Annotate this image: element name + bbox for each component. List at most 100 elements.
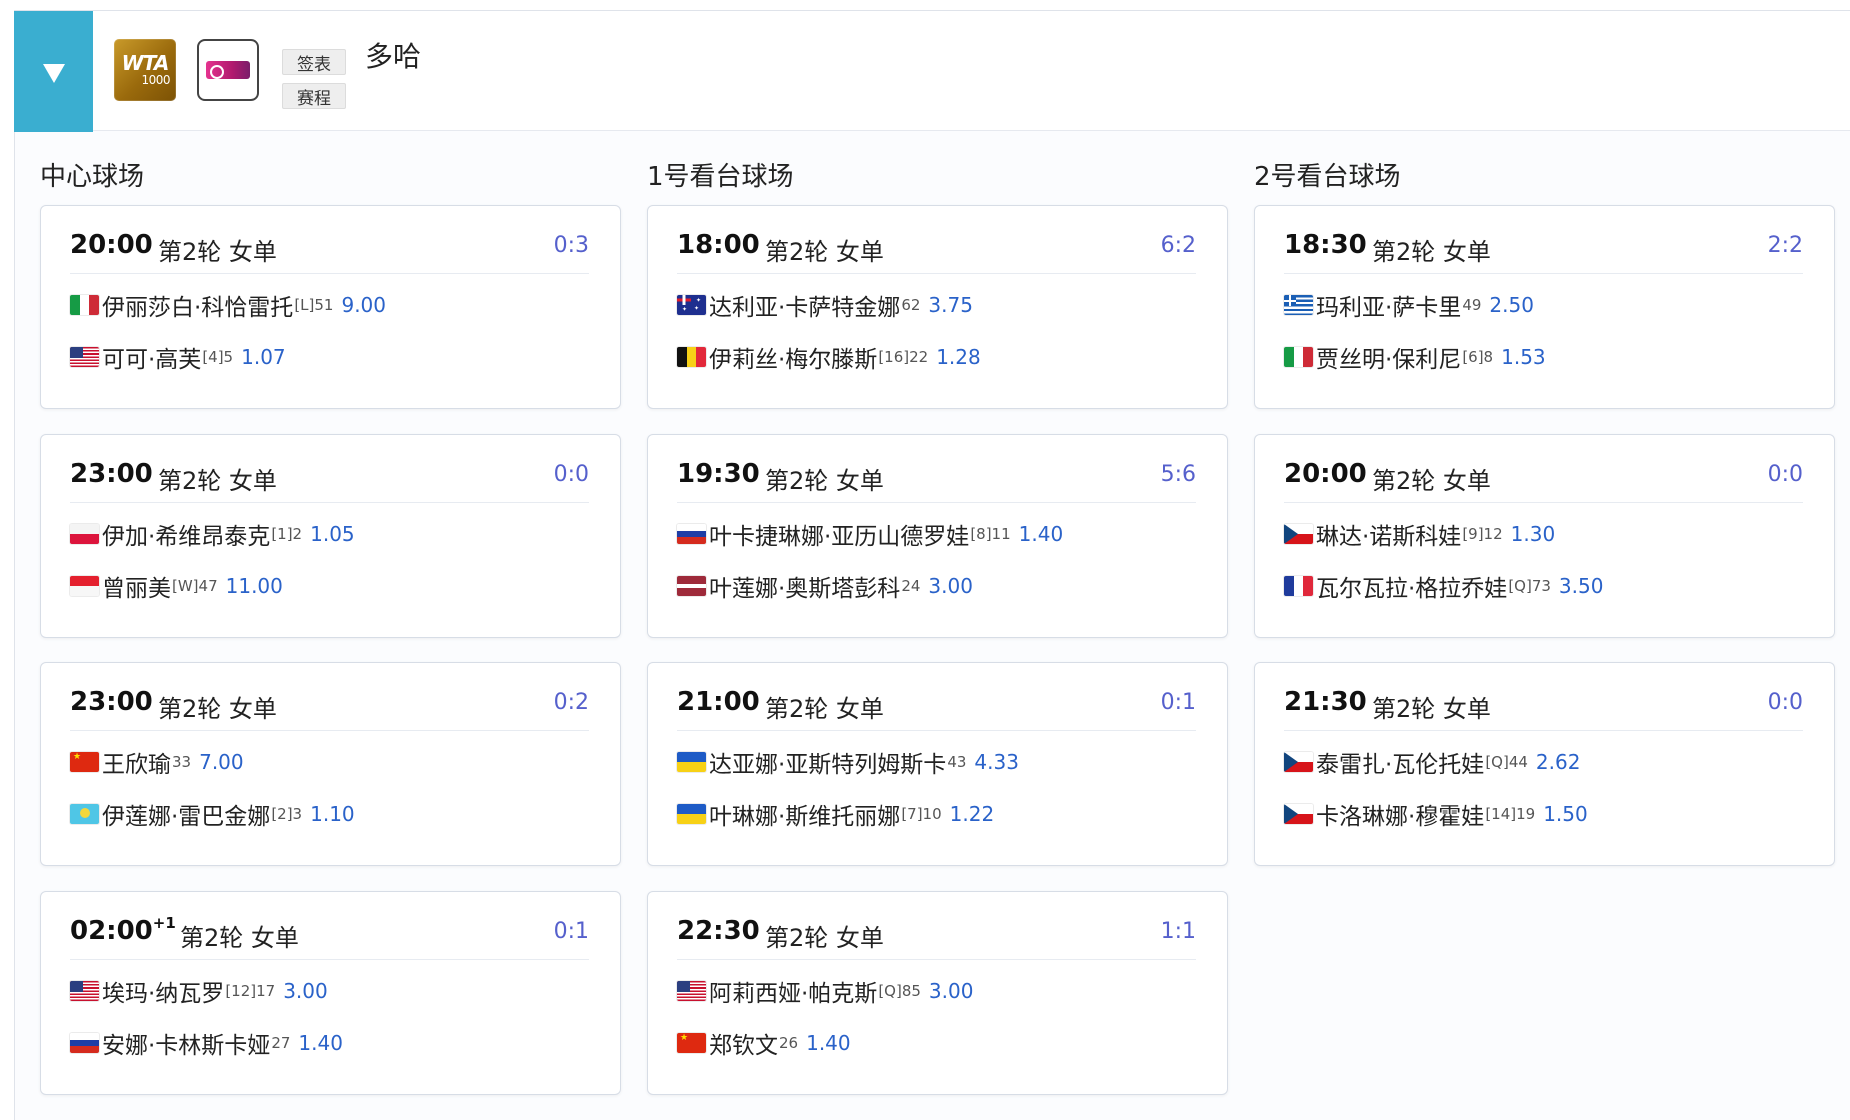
match-card-court1-2[interactable]: 19:30 第2轮 女单 5:6 叶卡捷琳娜·亚历山德罗娃 [8]11 1.40… (647, 434, 1228, 638)
player-odds[interactable]: 9.00 (341, 293, 386, 317)
player-row[interactable]: 伊莉丝·梅尔滕斯 [16]22 1.28 (677, 342, 981, 373)
match-header: 18:30 第2轮 女单 2:2 (1284, 230, 1803, 274)
player-odds[interactable]: 1.22 (950, 802, 995, 826)
player-row[interactable]: ★ 王欣瑜 33 7.00 (70, 747, 244, 778)
player-row[interactable]: 阿莉西娅·帕克斯 [Q]85 3.00 (677, 976, 974, 1007)
player-odds[interactable]: 1.05 (310, 522, 355, 546)
player-odds[interactable]: 2.62 (1536, 750, 1581, 774)
draw-button[interactable]: 签表 (282, 49, 346, 75)
match-card-court2-2[interactable]: 20:00 第2轮 女单 0:0 琳达·诺斯科娃 [9]12 1.30 瓦尔瓦拉… (1254, 434, 1835, 638)
match-card-court2-1[interactable]: 18:30 第2轮 女单 2:2 玛利亚·萨卡里 49 2.50 贾丝明·保利尼… (1254, 205, 1835, 409)
player-row[interactable]: 叶莲娜·奥斯塔彭科 24 3.00 (677, 571, 973, 602)
player-odds[interactable]: 2.50 (1489, 293, 1534, 317)
player-row[interactable]: 伊加·希维昂泰克 [1]2 1.05 (70, 519, 355, 550)
player-odds[interactable]: 1.40 (1019, 522, 1064, 546)
match-card-center-4[interactable]: 02:00+1 第2轮 女单 0:1 埃玛·纳瓦罗 [12]17 3.00 安娜… (40, 891, 621, 1095)
player-row[interactable]: 叶琳娜·斯维托丽娜 [7]10 1.22 (677, 799, 995, 830)
wta-1000-logo: WTA 1000 (114, 39, 176, 101)
player-row[interactable]: 曾丽美 [W]47 11.00 (70, 571, 283, 602)
match-card-center-3[interactable]: 23:00 第2轮 女单 0:2 ★ 王欣瑜 33 7.00 伊莲娜·雷巴金娜 … (40, 662, 621, 866)
match-score: 2:2 (1767, 233, 1803, 258)
player-row[interactable]: ★ 郑钦文 26 1.40 (677, 1028, 851, 1059)
match-score: 0:2 (553, 690, 589, 715)
player-odds[interactable]: 1.40 (298, 1031, 343, 1055)
match-round: 第2轮 女单 (765, 924, 884, 952)
match-time: 21:00 (677, 687, 760, 717)
player-row[interactable]: 泰雷扎·瓦伦托娃 [Q]44 2.62 (1284, 747, 1581, 778)
player-row[interactable]: 瓦尔瓦拉·格拉乔娃 [Q]73 3.50 (1284, 571, 1604, 602)
china-flag-icon: ★ (677, 1033, 706, 1053)
tournament-title: 多哈 (365, 40, 422, 73)
player-odds[interactable]: 1.53 (1501, 345, 1546, 369)
match-card-court2-3[interactable]: 21:30 第2轮 女单 0:0 泰雷扎·瓦伦托娃 [Q]44 2.62 卡洛琳… (1254, 662, 1835, 866)
player-row[interactable]: 卡洛琳娜·穆霍娃 [14]19 1.50 (1284, 799, 1588, 830)
triangle-down-icon (42, 64, 65, 83)
player-seed-rank: [W]47 (172, 577, 218, 595)
match-round: 第2轮 女单 (765, 238, 884, 266)
usa-flag-icon (70, 347, 99, 367)
player-seed-rank: 24 (901, 577, 921, 595)
france-flag-icon (1284, 576, 1313, 596)
match-card-court1-4[interactable]: 22:30 第2轮 女单 1:1 阿莉西娅·帕克斯 [Q]85 3.00 ★ 郑… (647, 891, 1228, 1095)
match-header: 21:00 第2轮 女单 0:1 (677, 687, 1196, 731)
match-time: 23:00 (70, 687, 153, 717)
match-score: 5:6 (1160, 462, 1196, 487)
player-name: 叶卡捷琳娜·亚历山德罗娃 (709, 524, 970, 550)
player-seed-rank: [9]12 (1462, 525, 1503, 543)
player-seed-rank: [12]17 (225, 982, 276, 1000)
tournament-logo (197, 39, 259, 101)
player-row[interactable]: 琳达·诺斯科娃 [9]12 1.30 (1284, 519, 1556, 550)
player-row[interactable]: 埃玛·纳瓦罗 [12]17 3.00 (70, 976, 328, 1007)
match-time: 18:30 (1284, 230, 1367, 260)
player-row[interactable]: 贾丝明·保利尼 [6]8 1.53 (1284, 342, 1546, 373)
player-odds[interactable]: 3.00 (929, 979, 974, 1003)
player-row[interactable]: 玛利亚·萨卡里 49 2.50 (1284, 290, 1534, 321)
player-odds[interactable]: 7.00 (199, 750, 244, 774)
match-card-center-2[interactable]: 23:00 第2轮 女单 0:0 伊加·希维昂泰克 [1]2 1.05 曾丽美 … (40, 434, 621, 638)
match-round: 第2轮 女单 (158, 695, 277, 723)
match-score: 0:1 (553, 919, 589, 944)
player-row[interactable]: 安娜·卡林斯卡娅 27 1.40 (70, 1028, 343, 1059)
player-odds[interactable]: 4.33 (974, 750, 1019, 774)
collapse-toggle-button[interactable] (14, 11, 93, 132)
player-odds[interactable]: 3.00 (283, 979, 328, 1003)
latvia-flag-icon (677, 576, 706, 596)
italy-flag-icon (1284, 347, 1313, 367)
player-odds[interactable]: 1.40 (806, 1031, 851, 1055)
match-score: 0:3 (553, 233, 589, 258)
match-card-court1-3[interactable]: 21:00 第2轮 女单 0:1 达亚娜·亚斯特列姆斯卡 43 4.33 叶琳娜… (647, 662, 1228, 866)
player-row[interactable]: 叶卡捷琳娜·亚历山德罗娃 [8]11 1.40 (677, 519, 1064, 550)
player-row[interactable]: 伊莲娜·雷巴金娜 [2]3 1.10 (70, 799, 355, 830)
match-card-center-1[interactable]: 20:00 第2轮 女单 0:3 伊丽莎白·科恰雷托 [L]51 9.00 可可… (40, 205, 621, 409)
schedule-button[interactable]: 赛程 (282, 83, 346, 109)
player-odds[interactable]: 1.50 (1543, 802, 1588, 826)
usa-flag-icon (70, 981, 99, 1001)
australia-flag-icon: ✦ ✦ ✦ (677, 295, 706, 315)
poland-flag-icon (70, 524, 99, 544)
player-name: 叶琳娜·斯维托丽娜 (709, 804, 901, 830)
match-round: 第2轮 女单 (1372, 695, 1491, 723)
italy-flag-icon (70, 295, 99, 315)
player-name: 玛利亚·萨卡里 (1316, 295, 1462, 321)
player-odds[interactable]: 1.28 (936, 345, 981, 369)
player-odds[interactable]: 1.07 (241, 345, 286, 369)
player-odds[interactable]: 1.10 (310, 802, 355, 826)
player-odds[interactable]: 3.75 (928, 293, 973, 317)
player-seed-rank: [14]19 (1485, 805, 1536, 823)
player-odds[interactable]: 1.30 (1511, 522, 1556, 546)
player-odds[interactable]: 11.00 (226, 574, 283, 598)
court-title-court2: 2号看台球场 (1254, 162, 1401, 192)
czech-flag-icon (1284, 524, 1313, 544)
match-header: 02:00+1 第2轮 女单 0:1 (70, 914, 589, 960)
match-round: 第2轮 女单 (765, 695, 884, 723)
player-row[interactable]: 伊丽莎白·科恰雷托 [L]51 9.00 (70, 290, 386, 321)
china-flag-icon: ★ (70, 752, 99, 772)
player-row[interactable]: ✦ ✦ ✦ 达利亚·卡萨特金娜 62 3.75 (677, 290, 973, 321)
match-card-court1-1[interactable]: 18:00 第2轮 女单 6:2 ✦ ✦ ✦ 达利亚·卡萨特金娜 62 3.75 伊… (647, 205, 1228, 409)
player-seed-rank: [4]5 (202, 348, 234, 366)
match-score: 0:0 (1767, 690, 1803, 715)
player-row[interactable]: 可可·高芙 [4]5 1.07 (70, 342, 286, 373)
player-row[interactable]: 达亚娜·亚斯特列姆斯卡 43 4.33 (677, 747, 1019, 778)
player-odds[interactable]: 3.00 (928, 574, 973, 598)
player-odds[interactable]: 3.50 (1559, 574, 1604, 598)
